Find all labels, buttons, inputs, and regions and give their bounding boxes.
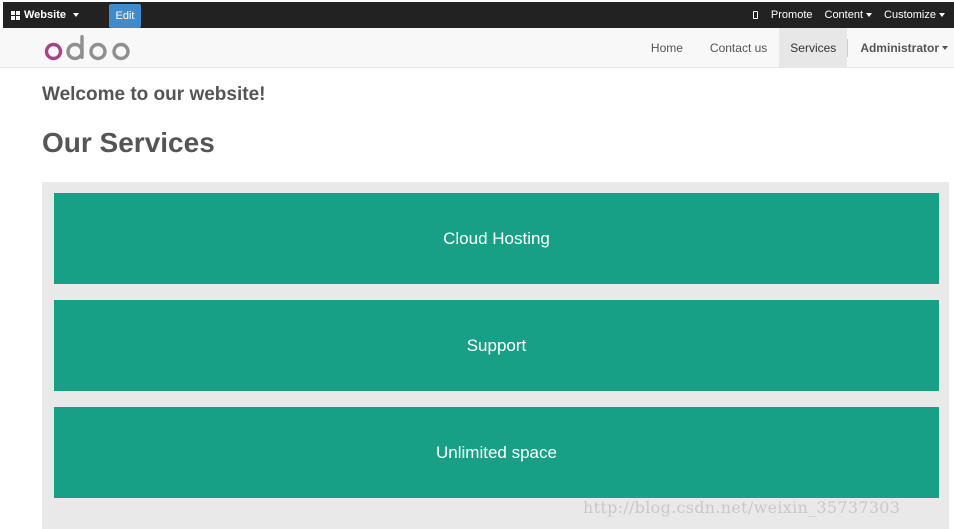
nav-services[interactable]: Services [779,28,848,68]
nav-links: Home Contact us Services Administrator [639,28,954,68]
odoo-logo[interactable]: odoo [44,33,132,63]
caret-down-icon [866,13,873,17]
watermark-text: http://blog.csdn.net/weixin_35737303 [583,498,901,517]
caret-down-icon [939,13,945,17]
admin-bar: Website Edit Promote Content Customize [0,2,954,28]
nav-contact-us[interactable]: Contact us [698,28,779,68]
customize-menu[interactable]: Customize [884,9,945,21]
admin-right-menu: Promote Content Customize [752,2,945,28]
service-card-support[interactable]: Support [54,300,939,391]
services-panel: Cloud Hosting Support Unlimited space [42,182,949,529]
website-menu-button[interactable]: Website [11,2,79,28]
website-menu-label: Website [24,9,66,21]
promote-menu[interactable]: Promote [752,9,813,21]
nav-home[interactable]: Home [639,28,698,68]
welcome-heading: Welcome to our website! [42,84,266,105]
user-menu[interactable]: Administrator [848,28,954,68]
main-navbar: odoo Home Contact us Services Administra… [0,28,954,68]
caret-down-icon [72,13,79,17]
edit-button[interactable]: Edit [109,4,141,28]
customize-label: Customize [884,9,936,21]
user-menu-label: Administrator [860,41,939,55]
mobile-preview-icon[interactable] [752,11,758,19]
caret-down-icon [942,46,948,50]
page-frame: Website Edit Promote Content Customize o… [0,0,954,529]
promote-label: Promote [770,9,813,21]
services-title: Our Services [42,127,215,158]
content-menu[interactable]: Content [825,9,873,21]
apps-grid-icon [11,10,20,20]
service-card-unlimited-space[interactable]: Unlimited space [54,407,939,498]
content-label: Content [824,9,864,21]
service-card-cloud-hosting[interactable]: Cloud Hosting [54,193,939,284]
